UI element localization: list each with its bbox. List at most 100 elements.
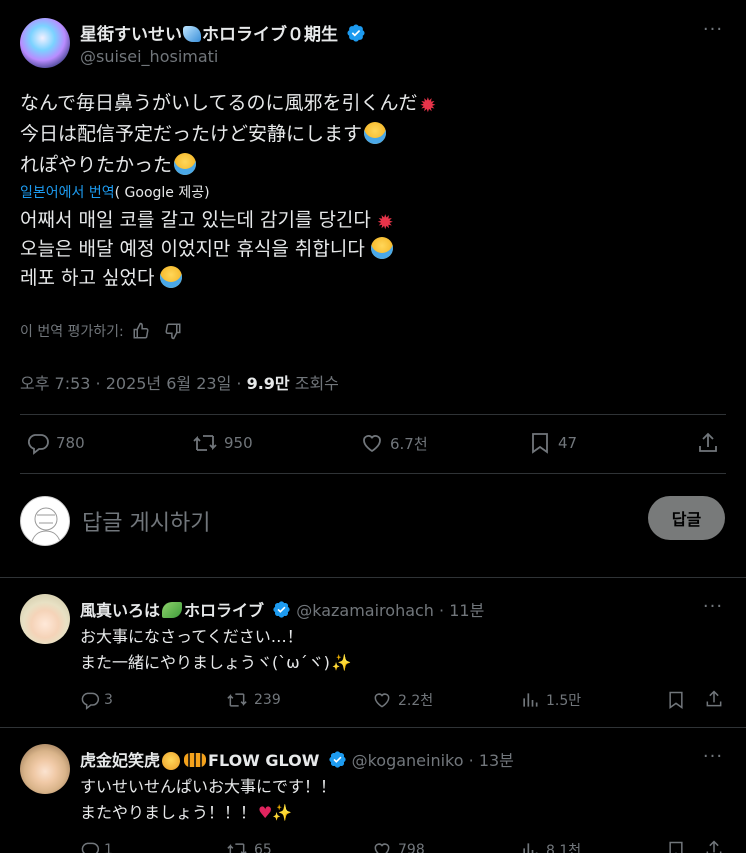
repost-count: 239 [254,692,281,708]
like-action[interactable]: 798 [372,840,425,853]
like-count: 2.2천 [398,693,434,709]
crying-face-emoji-icon [160,266,183,288]
reply-count: 3 [104,692,113,708]
smiling-face-emoji-icon [162,752,181,770]
views-count: 8.1천 [546,843,582,853]
like-count: 798 [398,842,425,853]
bookmark-count: 47 [558,434,578,452]
author-name-row[interactable]: 星街すいせい ホロライブ０期生 [80,20,366,48]
views-label: 조회수 [294,374,339,393]
views-action[interactable]: 8.1천 [520,840,581,853]
reply-action[interactable]: 3 [80,690,113,710]
share-action[interactable] [704,839,724,853]
author-avatar[interactable] [20,18,70,68]
reply-author-suffix[interactable]: FLOW GLOW [208,751,319,770]
reply-action[interactable]: 780 [26,431,85,455]
reply-avatar[interactable] [20,744,70,794]
my-avatar[interactable] [20,496,70,546]
crying-face-emoji-icon [174,153,197,175]
more-options-icon[interactable]: ··· [702,598,724,625]
reply-text-line: お大事になさってください…！ [80,627,303,646]
thumbs-down-icon[interactable] [164,322,182,340]
analytics-icon[interactable] [520,840,540,853]
sparkles-emoji-icon: ✨ [272,803,293,822]
reply-header: 風真いろは ホロライブ @kazamairohach · 11분 [80,597,484,623]
reply-input[interactable]: 답글 게시하기 [82,505,210,537]
reply-icon[interactable] [80,690,100,710]
reply-text-line: すいせいせんぱいお大事にです！！ [80,777,337,796]
post-text-line: 今日は配信予定だったけど安静にします [20,119,439,150]
verified-badge-icon [328,750,347,773]
sparkles-emoji-icon: ✨ [331,653,352,672]
repost-action[interactable]: 950 [192,431,253,455]
tiger-emoji-icon [184,753,207,767]
translate-link[interactable]: 일본어에서 번역 [20,185,115,201]
like-count: 6.7천 [390,434,428,453]
reply-text: お大事になさってください…！ また一緒にやりましょうヾ(`ω´ヾ) ✨ [80,624,352,676]
like-action[interactable]: 6.7천 [360,431,428,455]
verified-badge-icon [346,23,366,48]
reply-author-name[interactable]: 虎金妃笑虎 [80,751,160,770]
share-icon[interactable] [696,431,720,455]
share-action[interactable] [696,431,720,455]
heart-icon[interactable] [360,431,384,455]
reply-time[interactable]: · 13분 [469,751,514,770]
translated-text-line: 오늘은 배달 예정 이었지만 휴식을 취합니다 [20,235,397,264]
anger-emoji-icon: ✹ [376,210,394,234]
reply-handle[interactable]: @koganeiniko [352,751,464,770]
post-timestamp[interactable]: 오후 7:53 · 2025년 6월 23일 · [20,374,247,393]
share-icon[interactable] [704,689,724,709]
translated-text: 어째서 매일 코를 갈고 있는데 감기를 당긴다 ✹ 오늘은 배달 예정 이었지만… [20,206,397,293]
reply-handle[interactable]: @kazamairohach [296,601,434,620]
anger-emoji-icon: ✹ [419,93,437,117]
author-name-suffix[interactable]: ホロライブ０期生 [202,25,338,45]
like-action[interactable]: 2.2천 [372,690,433,710]
more-options-icon[interactable]: ··· [702,21,724,48]
divider [0,727,746,728]
views-action[interactable]: 1.5만 [520,690,581,710]
repost-icon[interactable] [226,690,248,710]
crying-face-emoji-icon [364,122,387,144]
bookmark-action[interactable] [666,690,686,710]
repost-action[interactable]: 239 [226,690,281,710]
reply-button[interactable]: 답글 [648,496,725,540]
reply-icon[interactable] [80,840,100,853]
post-text-line: なんで毎日鼻うがいしてるのに風邪を引くんだ ✹ [20,88,439,119]
repost-icon[interactable] [226,840,248,853]
google-attribution: ( Google 제공) [114,185,210,201]
reply-avatar[interactable] [20,594,70,644]
analytics-icon[interactable] [520,690,540,710]
more-options-icon[interactable]: ··· [702,748,724,775]
post-text-line: れぽやりたかった [20,150,439,181]
reply-count: 780 [56,434,85,452]
bookmark-action[interactable] [666,840,686,853]
reply-action[interactable]: 1 [80,840,113,853]
reply-time[interactable]: · 11분 [439,601,484,620]
repost-action[interactable]: 65 [226,840,272,853]
bookmark-icon[interactable] [666,840,686,853]
thumbs-up-icon[interactable] [132,322,150,340]
reply-author-suffix[interactable]: ホロライブ [184,601,264,620]
heart-icon[interactable] [372,840,392,853]
rate-translation: 이 번역 평가하기: [20,321,182,341]
heart-icon[interactable] [372,690,392,710]
comet-emoji-icon [183,26,201,42]
repost-count: 950 [224,434,253,452]
author-name[interactable]: 星街すいせい [80,25,182,45]
reply-author-name[interactable]: 風真いろは [80,601,160,620]
translation-attribution: 일본어에서 번역( Google 제공) [20,182,210,202]
post-text: なんで毎日鼻うがいしてるのに風邪を引くんだ ✹ 今日は配信予定だったけど安静にしま… [20,88,439,181]
share-action[interactable] [704,689,724,709]
views-count: 9.9만 [246,374,290,393]
bookmark-action[interactable]: 47 [528,431,577,455]
author-handle[interactable]: @suisei_hosimati [80,47,218,66]
reply-header: 虎金妃笑虎 FLOW GLOW @koganeiniko · 13분 [80,747,514,773]
reply-icon[interactable] [26,431,50,455]
share-icon[interactable] [704,839,724,853]
repost-icon[interactable] [192,431,218,455]
red-heart-emoji-icon: ♥ [258,803,273,822]
bookmark-icon[interactable] [666,690,686,710]
reply-count: 1 [104,842,113,853]
bookmark-icon[interactable] [528,431,552,455]
reply-text: すいせいせんぱいお大事にです！！ またやりましょう！！！ ♥✨ [80,774,336,826]
